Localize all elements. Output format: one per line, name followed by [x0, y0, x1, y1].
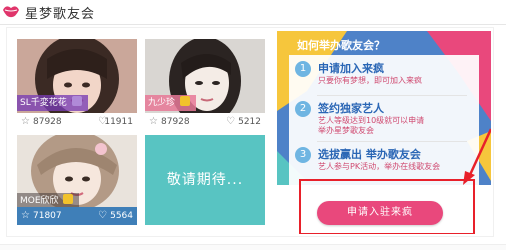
fan-count: 5212	[238, 117, 261, 127]
artist-name: SL千変花花	[20, 98, 67, 108]
step-item: 2 签约独家艺人 艺人等级达到10级就可以申请 举办星梦歌友会	[289, 97, 479, 137]
content-area: SL千変花花 ☆ 87928 ♡ 11911 九少珍 ☆ 87928 ♡ 521…	[6, 27, 494, 237]
artist-name: 九少珍	[148, 98, 176, 108]
step-item: 1 申请加入来疯 只要你有梦想，即可加入来疯	[289, 57, 479, 97]
step-divider	[317, 95, 467, 96]
heart-icon: ♡	[226, 116, 235, 127]
artist-card[interactable]: SL千変花花 ☆ 87928 ♡ 11911	[17, 39, 137, 131]
step-item: 3 选拔赢出 举办歌友会 艺人参与PK活动，举办在线歌友会	[289, 143, 479, 183]
artist-name: MOE欣欣	[20, 196, 59, 206]
artist-card[interactable]: MOE欣欣 ☆ 71807 ♡ 5564	[17, 135, 137, 225]
star-icon: ☆	[21, 116, 30, 127]
artist-card[interactable]: 九少珍 ☆ 87928 ♡ 5212	[145, 39, 265, 131]
star-count: 87928	[33, 117, 62, 127]
step-number: 3	[295, 147, 311, 163]
level-badge-icon	[71, 96, 82, 106]
coming-soon-tile: 敬请期待...	[145, 135, 265, 225]
page: 星梦歌友会 SL千変花花 ☆ 87928 ♡ 11911 九少珍 ☆ 87928…	[0, 0, 506, 250]
step-title: 签约独家艺人	[318, 102, 384, 115]
step-number: 2	[295, 101, 311, 117]
star-icon: ☆	[149, 116, 158, 127]
step-title: 选拔赢出 举办歌友会	[318, 148, 421, 161]
star-count: 71807	[33, 211, 62, 221]
header: 星梦歌友会	[0, 0, 506, 24]
step-title: 申请加入来疯	[318, 62, 384, 75]
star-count: 87928	[161, 117, 190, 127]
crown-badge-icon	[179, 96, 190, 106]
step-description: 艺人参与PK活动，举办在线歌友会	[318, 162, 441, 171]
artist-name-tag: SL千変花花	[17, 95, 88, 111]
heart-icon: ♡	[98, 210, 107, 221]
artist-stats: ☆ 87928 ♡ 5212	[145, 113, 265, 131]
artist-stats: ☆ 87928 ♡ 11911	[17, 113, 137, 131]
star-icon: ☆	[21, 210, 30, 221]
annotation-highlight-box	[299, 179, 475, 234]
artist-name-tag: 九少珍	[145, 95, 196, 111]
annotation-arrow-icon	[463, 128, 491, 185]
bottom-edge	[0, 244, 506, 250]
page-title: 星梦歌友会	[25, 7, 96, 22]
fan-count: 11911	[104, 117, 133, 127]
crown-badge-icon	[63, 194, 74, 204]
lips-logo-icon	[3, 6, 19, 18]
header-divider	[0, 24, 506, 25]
artist-stats: ☆ 71807 ♡ 5564	[17, 207, 137, 225]
step-description: 只要你有梦想，即可加入来疯	[318, 76, 422, 85]
steps-list: 1 申请加入来疯 只要你有梦想，即可加入来疯 2 签约独家艺人 艺人等级达到10…	[289, 55, 479, 185]
step-number: 1	[295, 61, 311, 77]
how-to-panel: 如何举办歌友会？ 1 申请加入来疯 只要你有梦想，即可加入来疯 2 签约独家艺人…	[277, 31, 491, 234]
step-divider	[317, 141, 467, 142]
step-description: 艺人等级达到10级就可以申请 举办星梦歌友会	[318, 116, 425, 135]
panel-title: 如何举办歌友会？	[297, 39, 385, 52]
fan-count: 5564	[110, 211, 133, 221]
